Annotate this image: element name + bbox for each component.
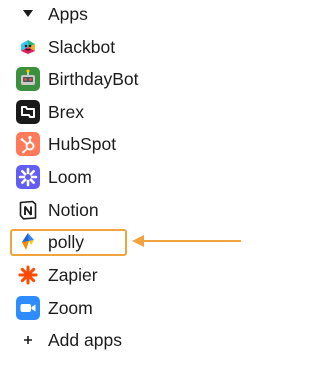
app-label: Zoom: [48, 298, 93, 318]
loom-icon: [16, 165, 40, 189]
app-item-hubspot[interactable]: HubSpot: [0, 129, 251, 159]
app-label: Brex: [48, 102, 84, 122]
apps-section-header[interactable]: Apps: [0, 0, 251, 30]
brex-icon: [16, 100, 40, 124]
app-item-brex[interactable]: Brex: [0, 97, 251, 127]
app-item-zapier[interactable]: Zapier: [0, 260, 251, 290]
hubspot-icon: [16, 132, 40, 156]
app-item-slackbot[interactable]: Slackbot: [0, 32, 251, 62]
add-apps-button[interactable]: Add apps: [0, 325, 251, 355]
app-item-loom[interactable]: Loom: [0, 162, 251, 192]
app-label: HubSpot: [48, 134, 117, 154]
plus-icon: [16, 328, 40, 352]
app-label: Slackbot: [48, 37, 116, 57]
slackbot-icon: [16, 35, 40, 59]
app-label: BirthdayBot: [48, 69, 139, 89]
arrow-left-icon: [132, 235, 241, 247]
section-title: Apps: [48, 4, 88, 24]
polly-highlight-box: [10, 229, 127, 256]
zoom-icon: [16, 296, 40, 320]
app-item-birthdaybot[interactable]: BirthdayBot: [0, 64, 251, 94]
zapier-icon: [16, 263, 40, 287]
app-item-zoom[interactable]: Zoom: [0, 293, 251, 323]
app-label: Add apps: [48, 330, 122, 350]
caret-down-icon: [23, 10, 33, 17]
notion-icon: [16, 198, 40, 222]
app-item-notion[interactable]: Notion: [0, 195, 251, 225]
birthdaybot-icon: [16, 67, 40, 91]
app-label: Loom: [48, 167, 92, 187]
app-label: Notion: [48, 200, 99, 220]
app-label: Zapier: [48, 265, 98, 285]
